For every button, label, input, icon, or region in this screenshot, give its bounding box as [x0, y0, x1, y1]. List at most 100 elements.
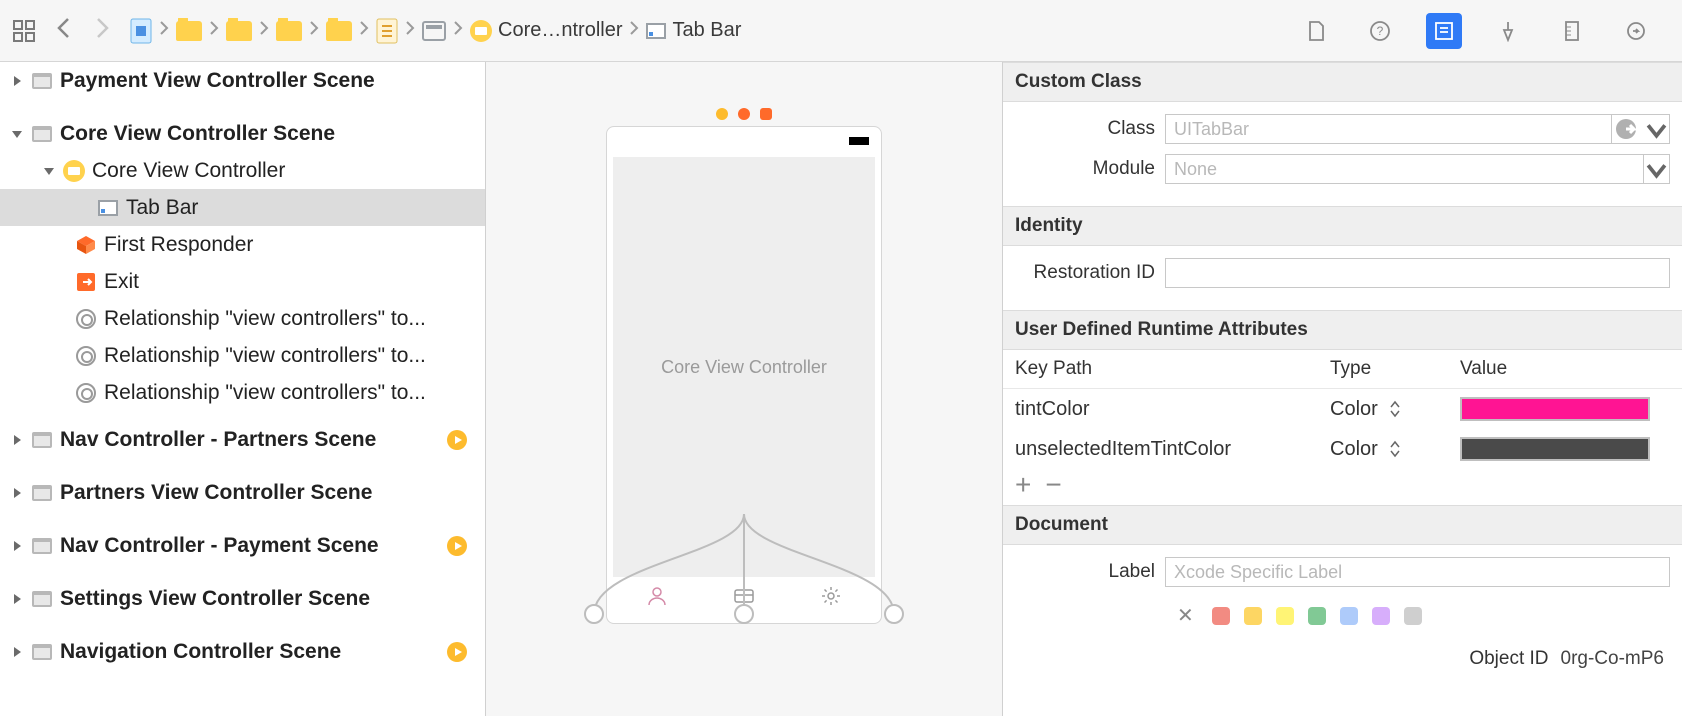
label-color-swatch[interactable]: [1308, 607, 1326, 625]
clear-label-color-button[interactable]: ✕: [1177, 603, 1194, 628]
scene-core[interactable]: Core View Controller Scene: [0, 115, 485, 152]
udra-row-2[interactable]: unselectedItemTintColor Color: [1003, 429, 1682, 469]
disclosure-right-icon[interactable]: [10, 593, 24, 605]
scene-icon: [30, 429, 54, 451]
disclosure-down-icon[interactable]: [42, 165, 56, 177]
file-inspector-tab[interactable]: [1298, 13, 1334, 49]
related-items-icon[interactable]: [12, 19, 36, 43]
identity-inspector-tab[interactable]: [1426, 13, 1462, 49]
udra-type[interactable]: Color: [1330, 398, 1378, 421]
disclosure-right-icon[interactable]: [10, 540, 24, 552]
class-input[interactable]: [1165, 114, 1612, 144]
color-swatch[interactable]: [1460, 397, 1650, 421]
outline-first-responder[interactable]: First Responder: [0, 226, 485, 263]
scene-label: Payment View Controller Scene: [60, 69, 375, 93]
doc-label-input[interactable]: [1165, 557, 1670, 587]
class-dropdown-button[interactable]: [1644, 114, 1670, 144]
bc-folder-3[interactable]: [276, 21, 302, 41]
label-color-swatch[interactable]: [1244, 607, 1262, 625]
relationship-icon: [74, 382, 98, 404]
label-color-swatch[interactable]: [1276, 607, 1294, 625]
bc-project-icon[interactable]: [130, 18, 152, 44]
outline-relationship-3[interactable]: Relationship "view controllers" to...: [0, 374, 485, 411]
scene-thumbnail[interactable]: Core View Controller: [606, 102, 882, 624]
scene-icon: [30, 535, 54, 557]
bc-folder-1[interactable]: [176, 21, 202, 41]
bc-folder-2[interactable]: [226, 21, 252, 41]
udra-row-1[interactable]: tintColor Color: [1003, 389, 1682, 429]
dock-first-responder-icon[interactable]: [738, 108, 750, 120]
scene-icon: [30, 641, 54, 663]
segue-icon: [447, 536, 467, 556]
scene-partners-vc[interactable]: Partners View Controller Scene: [0, 474, 485, 511]
outline-relationship-2[interactable]: Relationship "view controllers" to...: [0, 337, 485, 374]
scene-icon: [30, 588, 54, 610]
dock-exit-icon[interactable]: [760, 108, 772, 120]
add-attribute-button[interactable]: +: [1015, 475, 1031, 495]
back-button[interactable]: [54, 17, 74, 45]
scene-nav-payment[interactable]: Nav Controller - Payment Scene: [0, 527, 485, 564]
identity-header: Identity: [1003, 206, 1682, 246]
dock-vc-icon[interactable]: [716, 108, 728, 120]
bc-folder-4[interactable]: [326, 21, 352, 41]
disclosure-right-icon[interactable]: [10, 487, 24, 499]
history-nav: [54, 17, 112, 45]
label-color-swatch[interactable]: [1212, 607, 1230, 625]
module-dropdown-button[interactable]: [1644, 154, 1670, 184]
module-input[interactable]: [1165, 154, 1644, 184]
storyboard-canvas[interactable]: Core View Controller: [486, 62, 1002, 716]
disclosure-right-icon[interactable]: [10, 434, 24, 446]
outline-core-vc[interactable]: Core View Controller: [0, 152, 485, 189]
help-inspector-tab[interactable]: ?: [1362, 13, 1398, 49]
disclosure-right-icon[interactable]: [10, 646, 24, 658]
connections-inspector-tab[interactable]: [1618, 13, 1654, 49]
inspector-panel: ? Custom Class Class Module: [1002, 62, 1682, 716]
bc-viewcontroller[interactable]: Core…ntroller: [470, 19, 622, 42]
udra-keypath[interactable]: unselectedItemTintColor: [1015, 438, 1330, 461]
scene-dock[interactable]: [606, 102, 882, 126]
attributes-inspector-tab[interactable]: [1490, 13, 1526, 49]
scene-payment[interactable]: Payment View Controller Scene: [0, 62, 485, 99]
type-stepper-icon[interactable]: [1388, 440, 1402, 458]
outline-label: Tab Bar: [126, 196, 198, 220]
canvas-vc-title: Core View Controller: [661, 357, 827, 378]
chevron-right-icon: [308, 19, 320, 42]
udra-type[interactable]: Color: [1330, 438, 1378, 461]
label-color-swatch[interactable]: [1340, 607, 1358, 625]
disclosure-right-icon[interactable]: [10, 75, 24, 87]
class-label: Class: [1015, 118, 1165, 140]
bc-storyboard-file-icon[interactable]: [376, 18, 398, 44]
outline-tab-bar[interactable]: Tab Bar: [0, 189, 485, 226]
scene-nav-partners[interactable]: Nav Controller - Partners Scene: [0, 421, 485, 458]
label-color-swatch[interactable]: [1404, 607, 1422, 625]
size-inspector-tab[interactable]: [1554, 13, 1590, 49]
tabbar-icon: [96, 197, 120, 219]
custom-class-header: Custom Class: [1003, 62, 1682, 102]
remove-attribute-button[interactable]: −: [1045, 475, 1061, 495]
scene-label: Navigation Controller Scene: [60, 640, 341, 664]
segue-icon: [447, 430, 467, 450]
chevron-right-icon: [452, 19, 464, 42]
bc-tabbar[interactable]: Tab Bar: [646, 19, 741, 42]
disclosure-down-icon[interactable]: [10, 128, 24, 140]
module-label: Module: [1015, 158, 1165, 180]
document-outline[interactable]: Payment View Controller Scene Core View …: [0, 62, 486, 716]
scene-navigation[interactable]: Navigation Controller Scene: [0, 633, 485, 670]
type-stepper-icon[interactable]: [1388, 400, 1402, 418]
scene-icon: [30, 482, 54, 504]
col-keypath: Key Path: [1015, 358, 1330, 380]
restoration-id-input[interactable]: [1165, 258, 1670, 288]
outline-exit[interactable]: Exit: [0, 263, 485, 300]
bc-storyboard-icon[interactable]: [422, 21, 446, 41]
color-swatch[interactable]: [1460, 437, 1650, 461]
class-detail-button[interactable]: [1612, 114, 1644, 144]
scene-settings-vc[interactable]: Settings View Controller Scene: [0, 580, 485, 617]
folder-icon: [326, 21, 352, 41]
viewcontroller-icon: [470, 20, 492, 42]
udra-keypath[interactable]: tintColor: [1015, 398, 1330, 421]
forward-button[interactable]: [92, 17, 112, 45]
inspector-tabs: ?: [1003, 0, 1682, 62]
label-color-swatch[interactable]: [1372, 607, 1390, 625]
outline-relationship-1[interactable]: Relationship "view controllers" to...: [0, 300, 485, 337]
chevron-right-icon: [628, 19, 640, 42]
